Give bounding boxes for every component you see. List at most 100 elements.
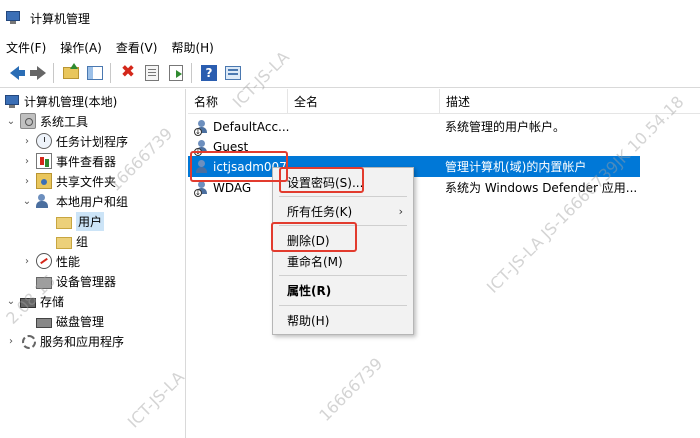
- tree-item-label: 用户: [76, 211, 105, 231]
- back-icon: [9, 65, 25, 80]
- tree-item-label: 任务计划程序: [56, 134, 129, 149]
- storage-icon: [20, 298, 36, 308]
- device-manager-icon: [36, 276, 52, 289]
- user-description: 系统管理的用户帐户。: [445, 120, 566, 134]
- chevron-down-icon[interactable]: ⌄: [6, 296, 16, 307]
- menu-item-properties[interactable]: 属性(R): [273, 280, 413, 300]
- up-level-button[interactable]: [60, 62, 82, 84]
- tree-item-performance[interactable]: › 性能: [22, 251, 80, 271]
- chevron-right-icon[interactable]: ›: [22, 136, 32, 147]
- services-icon: [20, 333, 36, 349]
- users-icon: [36, 193, 52, 209]
- user-disabled-icon: ↓: [194, 119, 210, 136]
- menu-separator: [279, 275, 407, 276]
- tree-item-label: 磁盘管理: [56, 314, 105, 329]
- performance-icon: [36, 253, 52, 269]
- tree-item-label: 服务和应用程序: [40, 334, 125, 349]
- tree-item-disk-management[interactable]: 磁盘管理: [36, 311, 104, 331]
- view-button[interactable]: [222, 62, 244, 84]
- tree-item-services-apps[interactable]: › 服务和应用程序: [6, 331, 124, 351]
- toolbar-separator: [110, 62, 111, 83]
- tree-item-label: 组: [76, 234, 89, 249]
- chevron-right-icon[interactable]: ›: [22, 176, 32, 187]
- context-menu: 设置密码(S)... 所有任务(K) › 删除(D) 重命名(M) 属性(R) …: [272, 167, 414, 335]
- menu-view[interactable]: 查看(V): [109, 39, 165, 56]
- user-name: Guest: [213, 139, 249, 154]
- delete-icon: ✖: [120, 62, 136, 82]
- user-name: DefaultAcc...: [213, 119, 290, 134]
- chevron-right-icon[interactable]: ›: [6, 336, 16, 347]
- list-item-selected[interactable]: ictjsadm007 管理计算机(域)的内置帐户: [188, 156, 640, 177]
- forward-button[interactable]: [27, 62, 49, 84]
- tree-item-shared-folders[interactable]: › 共享文件夹: [22, 171, 116, 191]
- title-bar: 计算机管理: [0, 0, 700, 36]
- menu-action[interactable]: 操作(A): [53, 39, 109, 56]
- user-list-pane: 名称 全名 描述 ↓ DefaultAcc... 系统管理的用户帐户。 ↓ Gues…: [188, 89, 700, 438]
- disk-icon: [36, 318, 52, 328]
- menu-item-label: 所有任务(K): [287, 204, 353, 219]
- show-hide-tree-button[interactable]: [84, 62, 106, 84]
- chevron-right-icon[interactable]: ›: [22, 156, 32, 167]
- menu-item-help[interactable]: 帮助(H): [273, 310, 413, 330]
- tree-item-device-manager[interactable]: 设备管理器: [36, 271, 116, 291]
- list-item[interactable]: ↓ DefaultAcc... 系统管理的用户帐户。: [188, 116, 640, 137]
- tree-item-label: 存储: [40, 294, 65, 309]
- chevron-down-icon[interactable]: ⌄: [6, 116, 16, 127]
- properties-button[interactable]: [141, 62, 163, 84]
- tree-item-storage[interactable]: ⌄ 存储: [6, 291, 64, 311]
- column-header-fullname[interactable]: 全名: [288, 89, 440, 114]
- help-button[interactable]: ?: [198, 62, 220, 84]
- menu-item-all-tasks[interactable]: 所有任务(K) ›: [273, 201, 413, 221]
- user-description: 系统为 Windows Defender 应用...: [445, 181, 638, 195]
- menu-separator: [279, 225, 407, 226]
- tools-icon: [20, 113, 36, 129]
- menu-file[interactable]: 文件(F): [0, 39, 53, 56]
- list-header: 名称 全名 描述: [188, 89, 700, 114]
- menu-item-delete[interactable]: 删除(D): [273, 230, 413, 250]
- menu-separator: [279, 196, 407, 197]
- shared-folder-icon: [36, 173, 52, 189]
- folder-icon: [56, 216, 72, 229]
- user-disabled-icon: ↓: [194, 180, 210, 197]
- computer-icon: [4, 93, 20, 109]
- toolbar-separator: [53, 62, 54, 83]
- menu-bar: 文件(F) 操作(A) 查看(V) 帮助(H): [0, 36, 700, 58]
- navigation-tree: 计算机管理(本地) ⌄ 系统工具 › 任务计划程序 › 事件查看器 › 共享文件…: [0, 89, 186, 438]
- tree-item-root[interactable]: 计算机管理(本地): [4, 91, 117, 111]
- up-folder-icon: [63, 62, 79, 79]
- menu-item-rename[interactable]: 重命名(M): [273, 251, 413, 271]
- menu-separator: [279, 305, 407, 306]
- delete-button[interactable]: ✖: [117, 62, 139, 84]
- export-list-icon: [169, 64, 183, 81]
- folder-icon: [56, 236, 72, 249]
- show-hide-tree-icon: [87, 65, 103, 80]
- tree-item-groups[interactable]: 组: [56, 231, 88, 251]
- user-description: 管理计算机(域)的内置帐户: [445, 160, 587, 174]
- tree-item-task-scheduler[interactable]: › 任务计划程序: [22, 131, 128, 151]
- properties-icon: [145, 64, 159, 81]
- window-title: 计算机管理: [30, 11, 91, 26]
- toolbar-separator: [191, 62, 192, 83]
- list-item[interactable]: ↓ WDAG 系统为 Windows Defender 应用...: [188, 177, 640, 198]
- tree-item-event-viewer[interactable]: › 事件查看器: [22, 151, 116, 171]
- menu-help[interactable]: 帮助(H): [164, 39, 220, 56]
- toolbar: ✖ ?: [0, 58, 700, 88]
- tree-item-local-users-groups[interactable]: ⌄ 本地用户和组: [22, 191, 128, 211]
- tree-item-system-tools[interactable]: ⌄ 系统工具: [6, 111, 88, 131]
- column-header-name[interactable]: 名称: [188, 89, 288, 114]
- export-list-button[interactable]: [165, 62, 187, 84]
- chevron-right-icon[interactable]: ›: [22, 256, 32, 267]
- tree-item-label: 系统工具: [40, 114, 89, 129]
- chevron-down-icon[interactable]: ⌄: [22, 196, 32, 207]
- user-disabled-icon: ↓: [194, 139, 210, 156]
- chevron-right-icon: ›: [398, 204, 403, 218]
- back-button[interactable]: [3, 62, 25, 84]
- tree-item-label: 事件查看器: [56, 154, 117, 169]
- column-header-description[interactable]: 描述: [440, 89, 700, 114]
- view-icon: [225, 65, 241, 80]
- tree-item-users[interactable]: 用户: [56, 211, 105, 231]
- tree-item-label: 性能: [56, 254, 81, 269]
- menu-item-set-password[interactable]: 设置密码(S)...: [273, 172, 413, 192]
- list-item[interactable]: ↓ Guest: [188, 136, 640, 157]
- help-icon: ?: [201, 64, 217, 81]
